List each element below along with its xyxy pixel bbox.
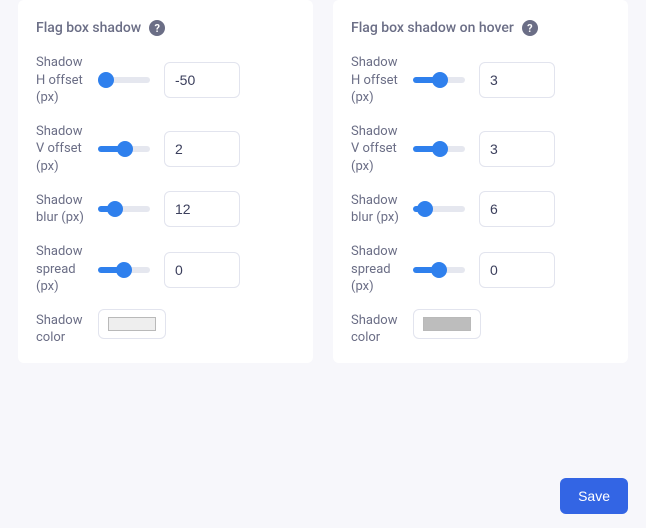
help-icon[interactable]: ? [149, 20, 165, 36]
color-swatch-shadow[interactable] [98, 309, 166, 339]
label-shadow-color: Shadow color [36, 312, 84, 347]
input-shadow-spread[interactable] [164, 252, 240, 288]
slider-hover-spread[interactable] [413, 267, 465, 273]
input-shadow-v-offset[interactable] [164, 131, 240, 167]
slider-shadow-spread[interactable] [98, 267, 150, 273]
panel-title-row: Flag box shadow ? [36, 20, 295, 36]
row-shadow-spread: Shadow spread (px) [36, 237, 295, 306]
label-shadow-h-offset: Shadow H offset (px) [36, 54, 84, 107]
panel-title-row: Flag box shadow on hover ? [351, 20, 610, 36]
save-button[interactable]: Save [560, 478, 628, 514]
label-hover-v-offset: Shadow V offset (px) [351, 123, 399, 176]
slider-shadow-h-offset[interactable] [98, 77, 150, 83]
row-hover-v-offset: Shadow V offset (px) [351, 117, 610, 186]
input-hover-h-offset[interactable] [479, 62, 555, 98]
row-shadow-h-offset: Shadow H offset (px) [36, 48, 295, 117]
help-icon[interactable]: ? [522, 20, 538, 36]
slider-shadow-v-offset[interactable] [98, 146, 150, 152]
label-hover-color: Shadow color [351, 312, 399, 347]
slider-hover-h-offset[interactable] [413, 77, 465, 83]
label-shadow-blur: Shadow blur (px) [36, 192, 84, 227]
label-hover-blur: Shadow blur (px) [351, 192, 399, 227]
panel-title: Flag box shadow [36, 20, 141, 36]
label-hover-h-offset: Shadow H offset (px) [351, 54, 399, 107]
input-hover-v-offset[interactable] [479, 131, 555, 167]
color-swatch-inner [108, 317, 156, 331]
panel-title: Flag box shadow on hover [351, 20, 514, 36]
input-hover-spread[interactable] [479, 252, 555, 288]
slider-shadow-blur[interactable] [98, 206, 150, 212]
row-hover-h-offset: Shadow H offset (px) [351, 48, 610, 117]
slider-hover-blur[interactable] [413, 206, 465, 212]
row-shadow-blur: Shadow blur (px) [36, 185, 295, 237]
label-shadow-v-offset: Shadow V offset (px) [36, 123, 84, 176]
color-swatch-hover[interactable] [413, 309, 481, 339]
label-shadow-spread: Shadow spread (px) [36, 243, 84, 296]
slider-hover-v-offset[interactable] [413, 146, 465, 152]
label-hover-spread: Shadow spread (px) [351, 243, 399, 296]
input-shadow-h-offset[interactable] [164, 62, 240, 98]
row-shadow-v-offset: Shadow V offset (px) [36, 117, 295, 186]
input-hover-blur[interactable] [479, 191, 555, 227]
input-shadow-blur[interactable] [164, 191, 240, 227]
row-hover-spread: Shadow spread (px) [351, 237, 610, 306]
row-hover-blur: Shadow blur (px) [351, 185, 610, 237]
panel-flag-box-shadow-hover: Flag box shadow on hover ? Shadow H offs… [333, 0, 628, 363]
color-swatch-inner [423, 317, 471, 331]
panel-flag-box-shadow: Flag box shadow ? Shadow H offset (px) S… [18, 0, 313, 363]
